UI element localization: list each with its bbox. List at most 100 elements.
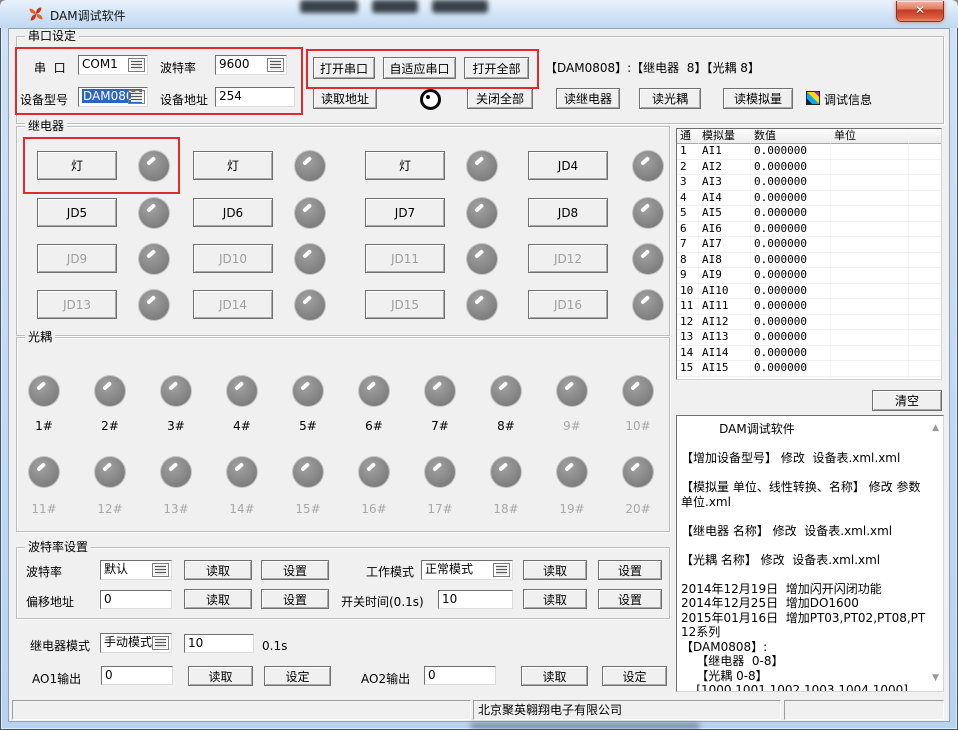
table-row[interactable]: 13AI130.000000 — [677, 330, 941, 346]
relay-indicator-7[interactable] — [467, 198, 497, 228]
switch-time-input[interactable]: 10 — [438, 590, 513, 609]
read-opto-button[interactable]: 读光耦 — [639, 88, 701, 109]
table-row[interactable]: 2AI20.000000 — [677, 160, 941, 176]
relay-indicator-16[interactable] — [633, 290, 663, 320]
relay-mode-time-input[interactable]: 10 — [184, 634, 254, 653]
open-all-button[interactable]: 打开全部 — [464, 57, 529, 79]
work-mode-set-button[interactable]: 设置 — [598, 560, 662, 580]
relay-button-7[interactable]: JD7 — [365, 198, 445, 227]
table-header-cell[interactable]: 通 — [677, 129, 699, 144]
offset-read-button[interactable]: 读取 — [184, 589, 252, 609]
offset-set-button[interactable]: 设置 — [261, 589, 329, 609]
relay-indicator-2[interactable] — [295, 151, 325, 181]
relay-indicator-5[interactable] — [139, 198, 169, 228]
table-row[interactable]: 3AI30.000000 — [677, 175, 941, 191]
ao2-read-button[interactable]: 读取 — [521, 666, 588, 686]
table-row[interactable]: 1AI10.000000 — [677, 144, 941, 160]
model-select[interactable]: DAM0808 — [78, 87, 148, 107]
baud-rate-select[interactable]: 默认 — [100, 560, 172, 580]
relay-indicator-12[interactable] — [633, 244, 663, 274]
switch-time-read-button[interactable]: 读取 — [523, 589, 587, 609]
relay-indicator-8[interactable] — [633, 198, 663, 228]
relay-indicator-4[interactable] — [633, 151, 663, 181]
info-panel[interactable]: DAM调试软件 【增加设备型号】 修改 设备表.xml.xml 【模拟量 单位、… — [676, 415, 944, 692]
table-row[interactable]: 7AI70.000000 — [677, 237, 941, 253]
relay-button-9[interactable]: JD9 — [37, 244, 117, 273]
table-row[interactable]: 11AI110.000000 — [677, 299, 941, 315]
ao1-set-button[interactable]: 设定 — [264, 666, 331, 686]
combo-scroll-icon[interactable] — [128, 58, 145, 72]
close-all-button[interactable]: 关闭全部 — [467, 88, 533, 109]
table-row[interactable]: 8AI80.000000 — [677, 253, 941, 269]
relay-button-15[interactable]: JD15 — [365, 290, 445, 319]
relay-button-3[interactable]: 灯 — [365, 151, 445, 180]
baud-select[interactable]: 9600 — [215, 55, 287, 75]
relay-button-4[interactable]: JD4 — [528, 151, 608, 180]
relay-button-12[interactable]: JD12 — [528, 244, 608, 273]
baud-group-title: 波特率设置 — [25, 540, 91, 554]
ao2-set-button[interactable]: 设定 — [602, 666, 667, 686]
auto-port-button[interactable]: 自适应串口 — [383, 57, 456, 79]
relay-button-16[interactable]: JD16 — [528, 290, 608, 319]
table-row[interactable]: 12AI120.000000 — [677, 315, 941, 331]
relay-indicator-11[interactable] — [467, 244, 497, 274]
work-mode-read-button[interactable]: 读取 — [523, 560, 587, 580]
table-row[interactable]: 15AI150.000000 — [677, 361, 941, 377]
relay-indicator-9[interactable] — [139, 244, 169, 274]
ao1-read-button[interactable]: 读取 — [188, 666, 253, 686]
relay-button-8[interactable]: JD8 — [528, 198, 608, 227]
table-row[interactable]: 14AI140.000000 — [677, 346, 941, 362]
table-row[interactable]: 10AI100.000000 — [677, 284, 941, 300]
clear-button[interactable]: 清空 — [872, 390, 942, 411]
relay-button-6[interactable]: JD6 — [193, 198, 273, 227]
combo-scroll-icon[interactable] — [493, 563, 510, 577]
relay-button-14[interactable]: JD14 — [193, 290, 273, 319]
address-input[interactable]: 254 — [215, 87, 295, 107]
scroll-up-icon[interactable]: ▲ — [932, 424, 939, 433]
table-header-cell[interactable]: 单位 — [831, 129, 909, 144]
port-select[interactable]: COM1 — [78, 55, 148, 75]
read-analog-button[interactable]: 读模拟量 — [723, 88, 793, 109]
combo-scroll-icon[interactable] — [152, 563, 169, 577]
table-header-cell[interactable]: 模拟量 — [699, 129, 751, 144]
baud-set-button[interactable]: 设置 — [261, 560, 329, 580]
offset-input[interactable]: 0 — [100, 590, 172, 609]
open-port-button[interactable]: 打开串口 — [313, 57, 375, 79]
combo-scroll-icon[interactable] — [152, 636, 169, 650]
relay-indicator-1[interactable] — [139, 151, 169, 181]
relay-button-11[interactable]: JD11 — [365, 244, 445, 273]
work-mode-select[interactable]: 正常模式 — [421, 560, 513, 580]
relay-button-13[interactable]: JD13 — [37, 290, 117, 319]
relay-indicator-10[interactable] — [295, 244, 325, 274]
relay-indicator-14[interactable] — [295, 290, 325, 320]
relay-button-5[interactable]: JD5 — [37, 198, 117, 227]
table-header-cell[interactable]: 数值 — [751, 129, 831, 144]
table-cell: 15 — [677, 361, 699, 376]
ao1-input[interactable]: 0 — [101, 666, 173, 685]
scroll-down-icon[interactable]: ▼ — [932, 674, 939, 683]
read-address-button[interactable]: 读取地址 — [313, 88, 377, 109]
table-row[interactable]: 9AI90.000000 — [677, 268, 941, 284]
relay-indicator-13[interactable] — [139, 290, 169, 320]
switch-time-set-button[interactable]: 设置 — [598, 589, 662, 609]
table-row[interactable]: 6AI60.000000 — [677, 222, 941, 238]
table-header-cell[interactable] — [909, 129, 941, 144]
address-indicator — [420, 89, 441, 110]
close-button[interactable]: ✕ — [896, 1, 944, 22]
combo-scroll-icon[interactable] — [128, 90, 145, 104]
relay-indicator-3[interactable] — [467, 151, 497, 181]
relay-button-2[interactable]: 灯 — [193, 151, 273, 180]
relay-button-10[interactable]: JD10 — [193, 244, 273, 273]
relay-button-1[interactable]: 灯 — [37, 151, 117, 180]
ao2-input[interactable]: 0 — [424, 666, 496, 685]
baud-read-button[interactable]: 读取 — [184, 560, 252, 580]
read-relay-button[interactable]: 读继电器 — [556, 88, 620, 109]
relay-mode-select[interactable]: 手动模式 — [100, 633, 172, 653]
table-row[interactable]: 16AI160.000000 — [677, 377, 941, 381]
relay-indicator-15[interactable] — [467, 290, 497, 320]
relay-indicator-6[interactable] — [295, 198, 325, 228]
serial-settings-group: 串口设定 — [16, 36, 944, 124]
table-row[interactable]: 5AI50.000000 — [677, 206, 941, 222]
combo-scroll-icon[interactable] — [267, 58, 284, 72]
table-row[interactable]: 4AI40.000000 — [677, 191, 941, 207]
